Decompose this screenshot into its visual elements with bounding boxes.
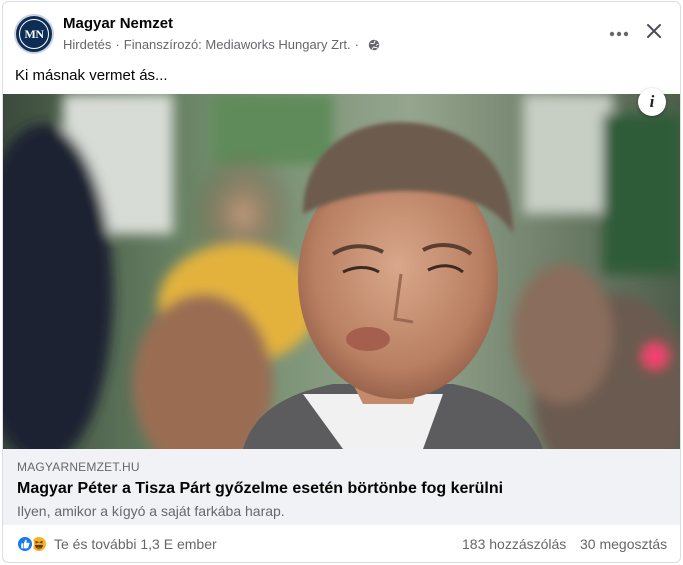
post-meta: Hirdetés · Finanszírozó: Mediaworks Hung…: [63, 37, 380, 52]
funded-by-label: Finanszírozó: Mediaworks Hungary Zrt.: [123, 37, 351, 52]
reactions-summary[interactable]: Te és további 1,3 E ember: [16, 535, 217, 553]
hide-post-button[interactable]: [637, 16, 671, 50]
page-avatar[interactable]: MN: [14, 14, 54, 54]
post-image[interactable]: [3, 94, 680, 449]
link-preview[interactable]: MAGYARNEMZET.HU Magyar Péter a Tisza Pár…: [3, 449, 680, 525]
meta-separator: ·: [354, 37, 359, 52]
comments-count[interactable]: 183 hozzászólás: [462, 536, 566, 552]
link-description: Ilyen, amikor a kígyó a saját farkába ha…: [17, 503, 285, 519]
link-title[interactable]: Magyar Péter a Tisza Párt győzelme eseté…: [17, 480, 503, 498]
more-horizontal-icon: [609, 24, 629, 42]
avatar-logo: MN: [19, 19, 49, 49]
page-name-link[interactable]: Magyar Nemzet: [63, 15, 173, 32]
shares-count[interactable]: 30 megosztás: [580, 536, 667, 552]
post-caption: Ki másnak vermet ás...: [15, 67, 168, 84]
like-icon: [16, 535, 34, 553]
link-domain: MAGYARNEMZET.HU: [17, 460, 140, 474]
portrait-photo: [3, 94, 680, 449]
more-options-button[interactable]: [601, 18, 637, 48]
globe-icon[interactable]: [368, 39, 380, 51]
feed-post: MN Magyar Nemzet Hirdetés · Finanszírozó…: [2, 1, 681, 563]
sponsored-label[interactable]: Hirdetés: [63, 37, 111, 52]
close-icon: [646, 23, 662, 44]
post-header: MN Magyar Nemzet Hirdetés · Finanszírozó…: [3, 2, 680, 62]
post-footer: Te és további 1,3 E ember 183 hozzászólá…: [3, 525, 680, 562]
reactions-text: Te és további 1,3 E ember: [54, 536, 217, 552]
info-icon[interactable]: i: [638, 88, 666, 116]
meta-separator: ·: [115, 37, 120, 52]
